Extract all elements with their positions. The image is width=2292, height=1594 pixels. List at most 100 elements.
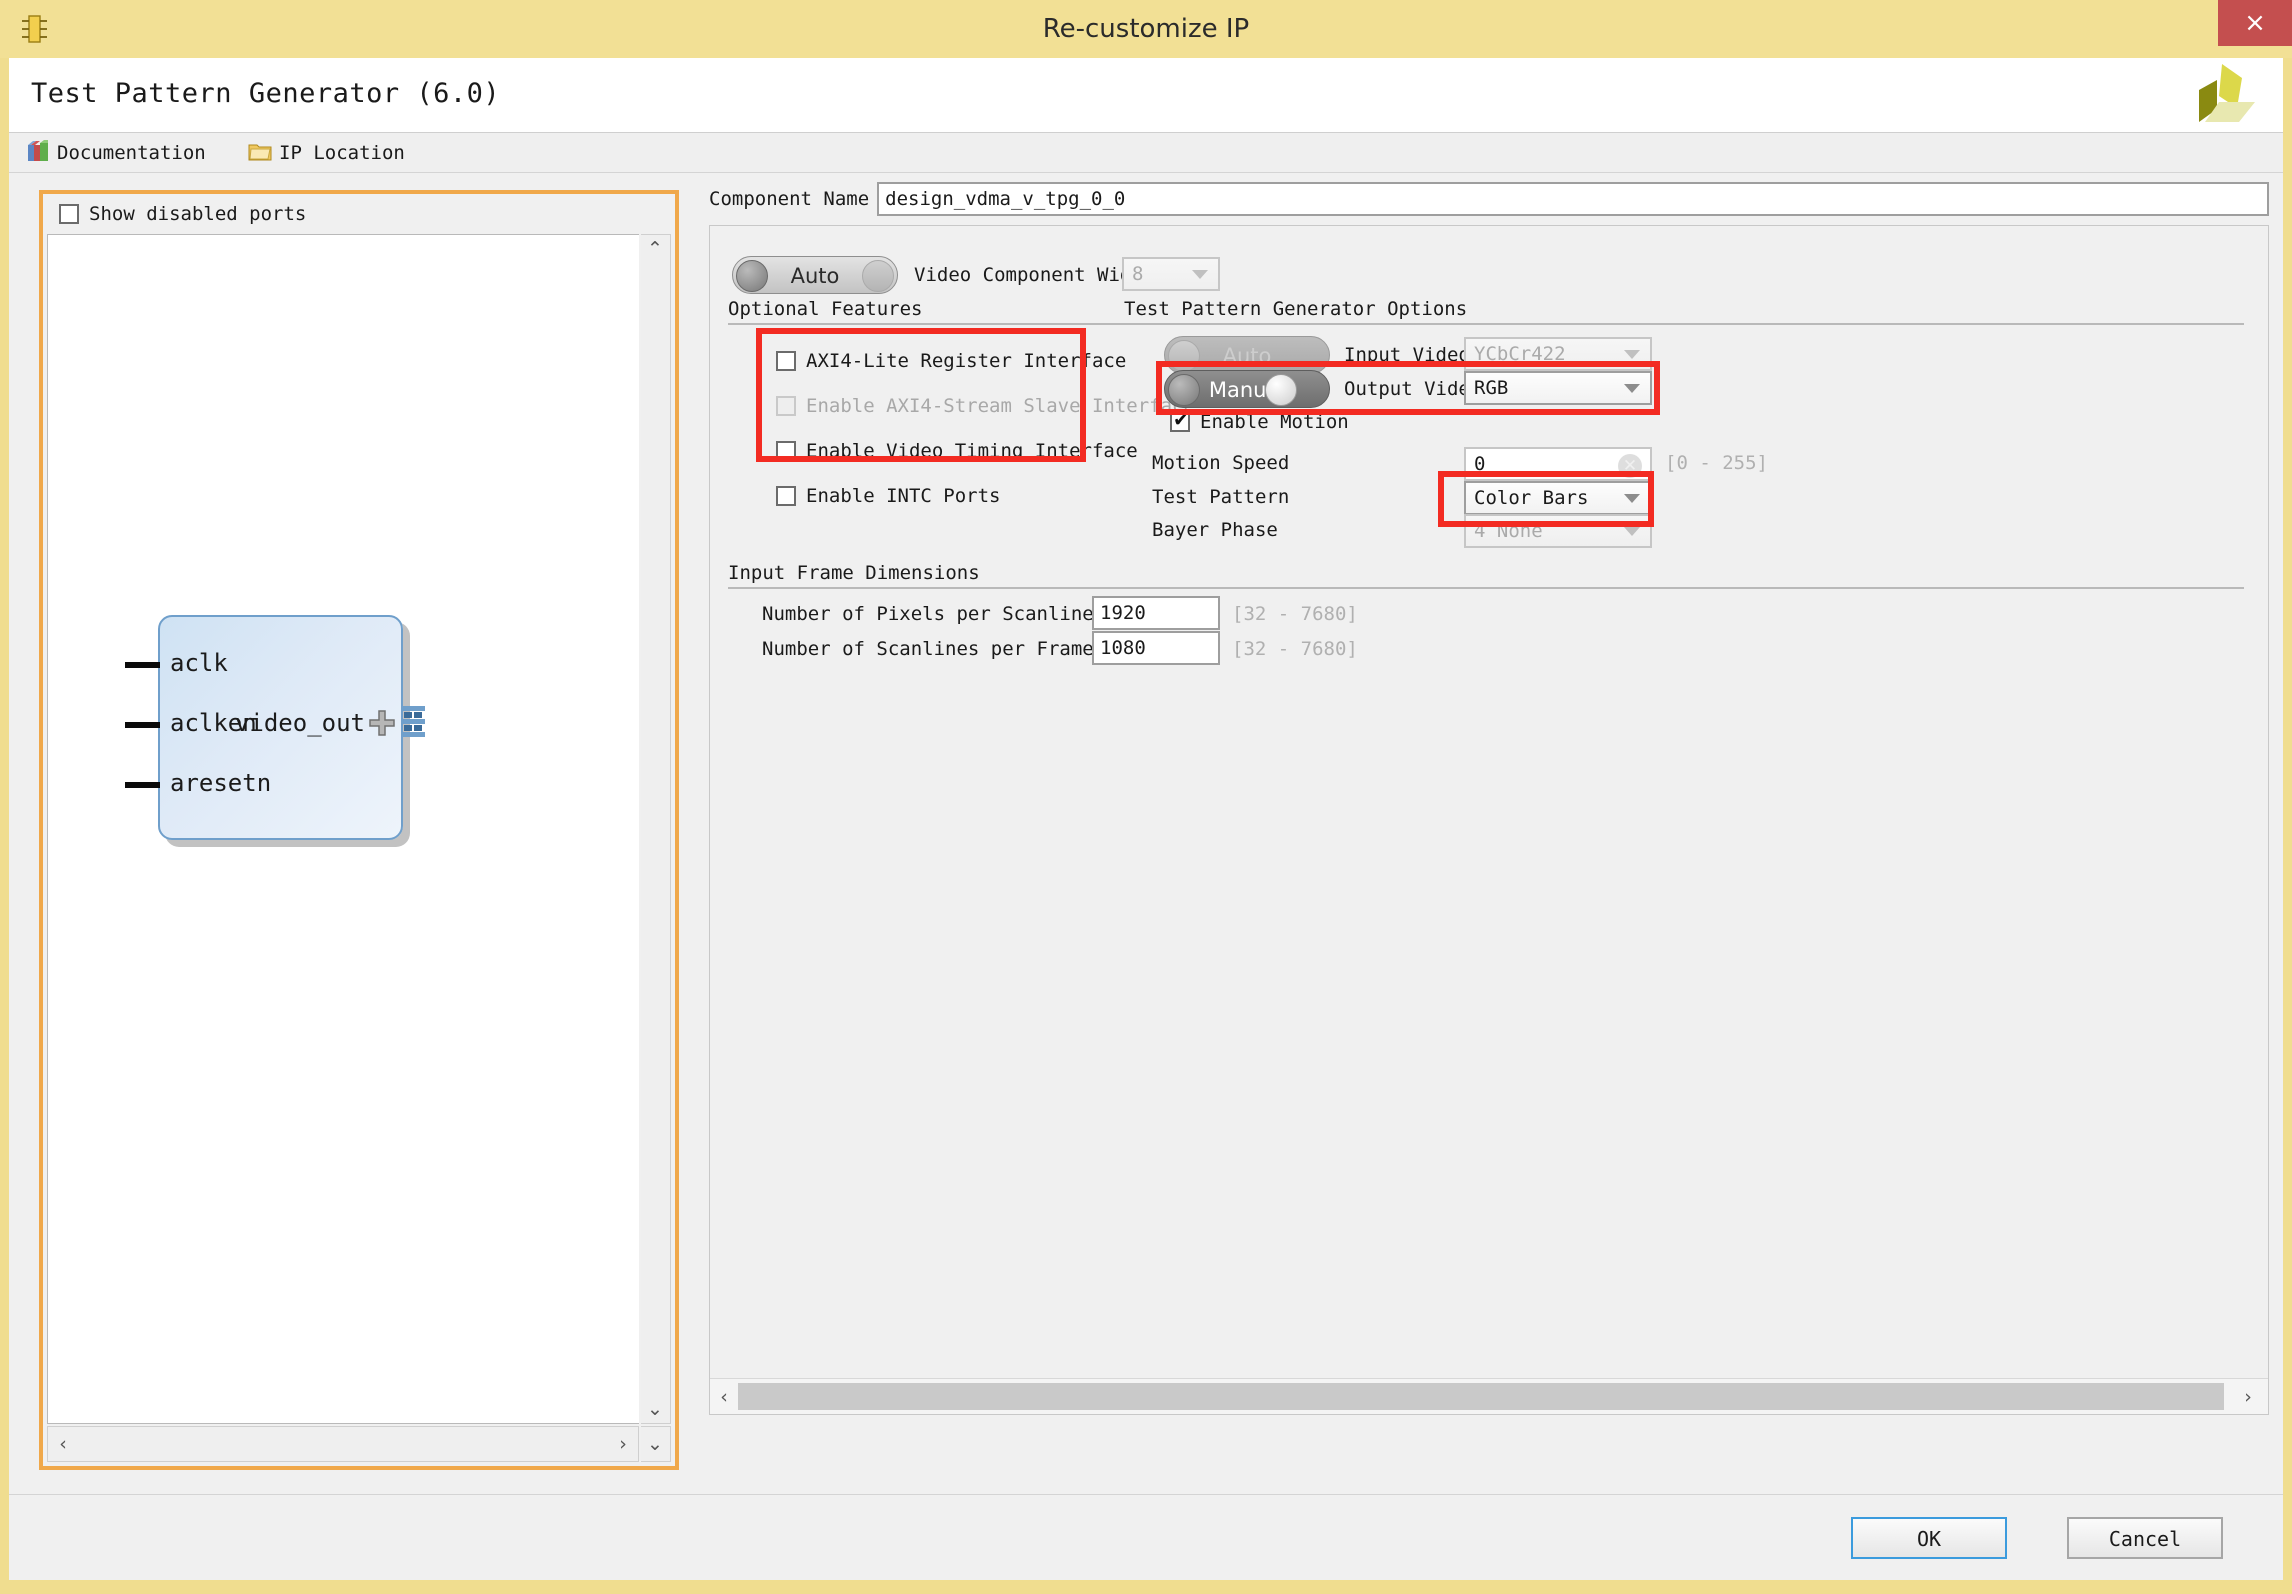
plus-icon[interactable] (368, 709, 396, 737)
page-title: Test Pattern Generator (6.0) (31, 78, 501, 109)
toolbar: Documentation IP Location (9, 133, 2283, 173)
intc-ports-checkbox[interactable] (776, 486, 796, 506)
scanlines-per-frame-range: [32 - 7680] (1232, 638, 1358, 660)
ip-location-link[interactable]: IP Location (247, 139, 405, 167)
enable-motion-row[interactable]: Enable Motion (1170, 409, 1349, 433)
output-video-format-toggle[interactable]: Manual (1164, 370, 1330, 408)
tpg-options-header: Test Pattern Generator Options (1124, 298, 2244, 325)
diagram-panel: Show disabled ports aclk aclken aresetn … (39, 190, 679, 1470)
options-panel: Component Name design_vdma_v_tpg_0_0 Aut… (709, 177, 2269, 1471)
test-pattern-value: Color Bars (1474, 487, 1589, 509)
test-pattern-combo[interactable]: Color Bars (1464, 481, 1652, 515)
enable-motion-label: Enable Motion (1200, 411, 1349, 433)
diagram-horizontal-scrollbar[interactable]: ‹ › (47, 1426, 639, 1462)
scrollbar-corner: ⌄ (641, 1426, 671, 1462)
output-video-format-toggle-label: Manual (1208, 378, 1286, 402)
axi4lite-register-interface-row[interactable]: AXI4-Lite Register Interface (776, 350, 1126, 372)
motion-speed-range: [0 - 255] (1665, 452, 1768, 474)
scroll-down-icon[interactable]: ⌄ (641, 1395, 669, 1423)
chevron-down-icon (1624, 527, 1640, 536)
recustomize-ip-window: Re-customize IP × Test Pattern Generator… (0, 0, 2292, 1594)
pixels-per-scanline-range: [32 - 7680] (1232, 603, 1358, 625)
ip-block-symbol[interactable]: aclk aclken aresetn video_out (125, 615, 425, 840)
port-stub-aclk (125, 662, 160, 668)
axi4lite-register-interface-label: AXI4-Lite Register Interface (806, 350, 1127, 372)
ok-button[interactable]: OK (1851, 1517, 2007, 1559)
bus-pin-icon (401, 705, 425, 737)
scroll-right-icon[interactable]: › (608, 1427, 638, 1461)
diagram-vertical-scrollbar[interactable]: ⌃ ⌄ (641, 234, 671, 1424)
video-timing-interface-row[interactable]: Enable Video Timing Interface (776, 440, 1138, 462)
chevron-down-icon (1624, 494, 1640, 503)
component-name-row: Component Name design_vdma_v_tpg_0_0 (709, 181, 2269, 217)
scroll-right-icon[interactable]: › (2228, 1379, 2268, 1414)
port-label-aresetn: aresetn (170, 769, 272, 797)
documentation-link[interactable]: Documentation (25, 139, 206, 167)
axi4lite-register-interface-checkbox[interactable] (776, 351, 796, 371)
chevron-down-icon (1624, 384, 1640, 393)
title-bar: Re-customize IP × (0, 0, 2292, 58)
scroll-up-icon[interactable]: ⌃ (641, 235, 669, 263)
dialog-footer: OK Cancel (9, 1494, 2283, 1580)
input-video-format-value: YCbCr422 (1474, 343, 1566, 365)
component-name-input[interactable]: design_vdma_v_tpg_0_0 (877, 182, 2269, 216)
video-component-width-row: Auto Video Component Width (732, 256, 1154, 294)
scroll-left-icon[interactable]: ‹ (710, 1379, 738, 1414)
chevron-down-icon (1192, 270, 1208, 279)
axi4stream-slave-interface-label: Enable AXI4-Stream Slave Interface (806, 395, 1195, 417)
output-video-format-value: RGB (1474, 377, 1509, 399)
options-container: Auto Video Component Width 8 Optional Fe… (709, 225, 2269, 1415)
enable-motion-checkbox[interactable] (1170, 409, 1190, 432)
bayer-phase-value: 4 None (1474, 520, 1543, 542)
motion-speed-label: Motion Speed (1152, 452, 1290, 474)
axi4stream-slave-interface-checkbox (776, 396, 796, 416)
documentation-label: Documentation (57, 142, 206, 164)
output-video-format-combo[interactable]: RGB (1464, 371, 1652, 405)
clear-circle-icon[interactable]: ✕ (1618, 454, 1642, 478)
toggle-knob-active (1265, 374, 1297, 406)
show-disabled-ports-row[interactable]: Show disabled ports (43, 194, 675, 234)
intc-ports-row[interactable]: Enable INTC Ports (776, 485, 1000, 507)
bayer-phase-combo: 4 None (1464, 514, 1652, 548)
axi4stream-slave-interface-row: Enable AXI4-Stream Slave Interface (776, 395, 1195, 417)
scroll-down-icon-2[interactable]: ⌄ (641, 1427, 669, 1461)
diagram-canvas[interactable]: aclk aclken aresetn video_out (47, 234, 639, 1424)
show-disabled-ports-checkbox[interactable] (59, 204, 79, 224)
bayer-phase-label: Bayer Phase (1152, 519, 1278, 541)
input-video-format-toggle: Auto (1164, 336, 1330, 374)
video-component-width-value: 8 (1132, 263, 1144, 285)
pixels-per-scanline-input[interactable]: 1920 (1092, 596, 1220, 630)
test-pattern-label: Test Pattern (1152, 486, 1290, 508)
input-frame-dimensions-header: Input Frame Dimensions (728, 562, 2244, 589)
component-name-label: Component Name (709, 188, 870, 210)
scrollbar-thumb[interactable] (738, 1383, 2224, 1410)
video-component-width-label: Video Component Width (914, 264, 1155, 286)
port-stub-aclken (125, 722, 160, 728)
video-timing-interface-checkbox[interactable] (776, 441, 796, 461)
motion-speed-input[interactable]: 0 ✕ (1464, 447, 1652, 481)
close-icon[interactable]: × (2218, 0, 2292, 46)
ip-header: Test Pattern Generator (6.0) (9, 58, 2283, 133)
chevron-down-icon (1624, 350, 1640, 359)
ip-location-label: IP Location (279, 142, 405, 164)
input-video-format-combo: YCbCr422 (1464, 337, 1652, 371)
toggle-knob-ghost (862, 260, 894, 292)
window-title: Re-customize IP (1042, 14, 1250, 44)
options-horizontal-scrollbar[interactable]: ‹ › (710, 1378, 2268, 1414)
books-icon (25, 138, 51, 169)
video-component-width-combo[interactable]: 8 (1122, 257, 1220, 291)
port-stub-aresetn (125, 782, 160, 788)
folder-icon (247, 138, 273, 169)
scanlines-per-frame-input[interactable]: 1080 (1092, 631, 1220, 665)
motion-speed-value: 0 (1474, 453, 1486, 475)
port-label-aclk: aclk (170, 649, 228, 677)
video-component-width-toggle[interactable]: Auto (732, 256, 898, 294)
show-disabled-ports-label: Show disabled ports (89, 203, 307, 225)
intc-ports-label: Enable INTC Ports (806, 485, 1001, 507)
scroll-left-icon[interactable]: ‹ (48, 1427, 78, 1461)
video-timing-interface-label: Enable Video Timing Interface (806, 440, 1138, 462)
xilinx-logo (2189, 62, 2261, 128)
port-label-video-out: video_out (234, 709, 365, 737)
cancel-button[interactable]: Cancel (2067, 1517, 2223, 1559)
dialog-body: Show disabled ports aclk aclken aresetn … (9, 173, 2283, 1494)
